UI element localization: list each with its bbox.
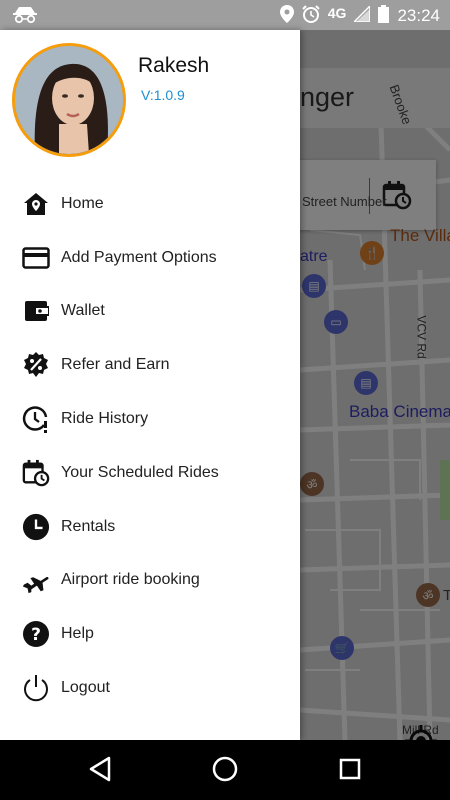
discount-badge-icon [22,351,50,379]
home-circle-icon[interactable] [212,756,238,787]
recents-icon[interactable] [339,758,361,785]
navigation-drawer: Rakesh V:1.0.9 Home Add Payment Options … [0,30,300,740]
battery-icon [378,5,390,27]
menu-label-help: Help [61,625,94,643]
menu-item-wallet[interactable]: Wallet [0,285,300,339]
menu-item-airport-booking[interactable]: Airport ride booking [0,554,300,608]
calendar-clock-icon [22,459,50,487]
home-icon [22,190,50,218]
menu-label-rentals: Rentals [61,517,116,535]
history-clock-icon [22,405,50,434]
menu-label-airport-booking: Airport ride booking [61,571,200,589]
menu-label-wallet: Wallet [61,302,105,320]
power-icon [22,674,50,702]
location-icon [279,5,294,27]
wallet-icon [22,297,50,325]
back-icon[interactable] [88,756,112,787]
signal-icon [352,4,372,26]
menu-label-refer-earn: Refer and Earn [61,356,170,374]
menu-item-refer-earn[interactable]: Refer and Earn [0,338,300,392]
status-time: 23:24 [397,6,440,25]
menu-label-ride-history: Ride History [61,410,149,428]
alarm-icon [302,5,320,27]
user-name: Rakesh [138,54,210,77]
menu-item-rentals[interactable]: Rentals [0,500,300,554]
menu-label-home: Home [61,194,104,212]
incognito-icon [12,6,38,29]
menu-item-add-payment[interactable]: Add Payment Options [0,231,300,285]
status-bar: 4G 23:24 [0,0,450,30]
menu-label-logout: Logout [61,679,110,697]
app-version: V:1.0.9 [141,87,185,103]
credit-card-icon [22,244,50,272]
airplane-icon [22,566,50,594]
menu-item-ride-history[interactable]: Ride History [0,392,300,446]
menu-item-scheduled-rides[interactable]: Your Scheduled Rides [0,446,300,500]
clock-icon [22,513,50,541]
drawer-menu: Home Add Payment Options Wallet Refer an… [0,177,300,715]
menu-item-help[interactable]: ? Help [0,607,300,661]
menu-item-home[interactable]: Home [0,177,300,231]
network-type: 4G [327,5,347,21]
svg-text:?: ? [31,625,41,645]
menu-label-add-payment: Add Payment Options [61,248,217,266]
system-nav-bar [0,740,450,800]
menu-item-logout[interactable]: Logout [0,661,300,715]
menu-label-scheduled-rides: Your Scheduled Rides [61,463,219,481]
help-icon: ? [22,620,50,648]
avatar[interactable] [12,43,126,157]
